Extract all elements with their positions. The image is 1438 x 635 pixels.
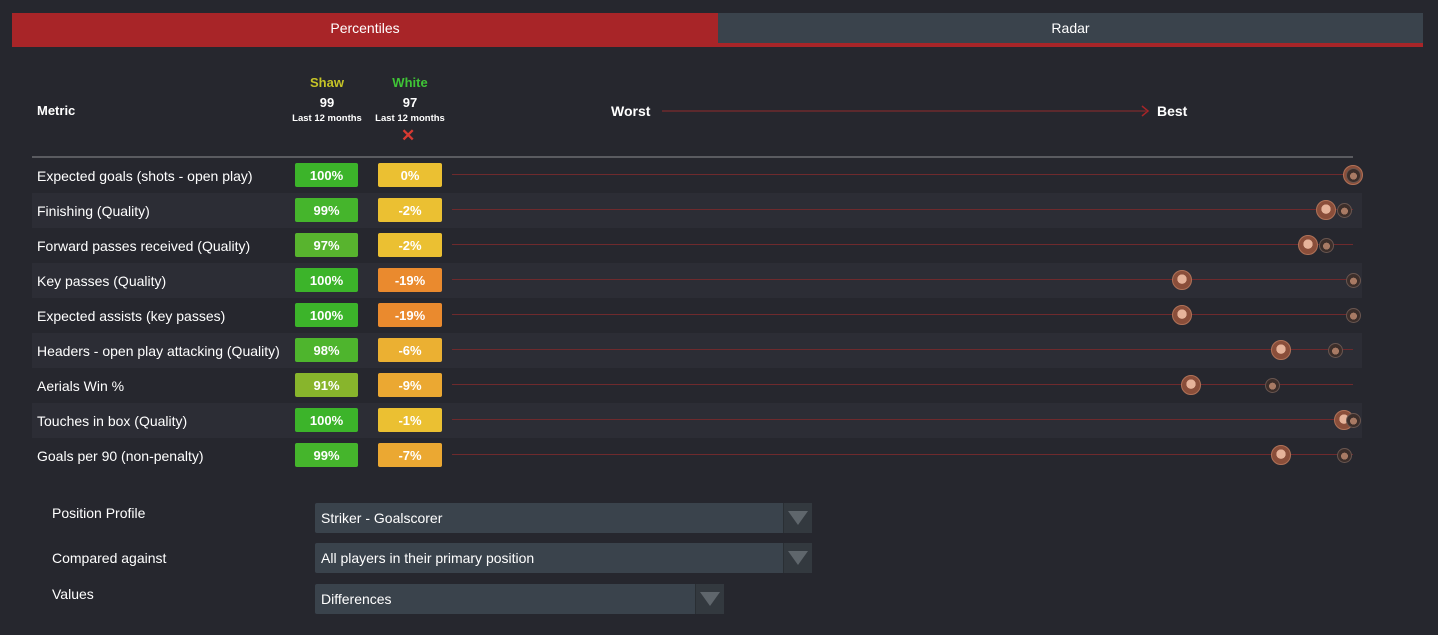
compared-against-dropdown[interactable]: All players in their primary position	[315, 543, 812, 573]
white-value-badge: -2%	[378, 233, 442, 257]
tab-radar[interactable]: Radar	[718, 13, 1423, 43]
white-avatar[interactable]	[1346, 413, 1361, 428]
shaw-avatar[interactable]	[1180, 375, 1201, 395]
percentile-track	[452, 244, 1353, 245]
shaw-value-badge: 99%	[295, 443, 358, 467]
white-value-badge: -9%	[378, 373, 442, 397]
chevron-down-icon	[788, 551, 808, 565]
metric-label: Headers - open play attacking (Quality)	[37, 343, 280, 359]
shaw-value-badge: 100%	[295, 303, 358, 327]
table-row: Finishing (Quality) 99% -2%	[32, 193, 1362, 228]
dropdown-toggle[interactable]	[695, 584, 724, 614]
player-column-white: White 97 Last 12 months	[365, 75, 455, 124]
position-profile-dropdown[interactable]: Striker - Goalscorer	[315, 503, 812, 533]
white-value-badge: -1%	[378, 408, 442, 432]
white-avatar[interactable]	[1264, 378, 1280, 393]
white-value-badge: -2%	[378, 198, 442, 222]
metric-label: Aerials Win %	[37, 378, 125, 394]
compared-against-value: All players in their primary position	[321, 550, 535, 566]
dropdown-toggle[interactable]	[783, 503, 812, 533]
table-row: Key passes (Quality) 100% -19%	[32, 263, 1362, 298]
white-avatar[interactable]	[1346, 168, 1361, 183]
player-period: Last 12 months	[375, 113, 445, 124]
white-value-badge: -7%	[378, 443, 442, 467]
white-avatar[interactable]	[1327, 343, 1343, 358]
table-row: Aerials Win % 91% -9%	[32, 368, 1362, 403]
white-value-badge: -19%	[378, 303, 442, 327]
white-value-badge: 0%	[378, 163, 442, 187]
metric-label: Key passes (Quality)	[37, 273, 167, 289]
shaw-value-badge: 100%	[295, 268, 358, 292]
percentile-track	[452, 174, 1353, 175]
values-dropdown[interactable]: Differences	[315, 584, 724, 614]
percentile-track	[452, 314, 1353, 315]
white-avatar[interactable]	[1336, 203, 1352, 218]
table-row: Touches in box (Quality) 100% -1%	[32, 403, 1362, 438]
shaw-value-badge: 91%	[295, 373, 358, 397]
percentile-track	[452, 419, 1353, 420]
metrics-table: Expected goals (shots - open play) 100% 0%…	[32, 158, 1363, 473]
values-label: Values	[52, 586, 94, 602]
scale-best-label: Best	[1157, 103, 1188, 119]
table-row: Expected goals (shots - open play) 100% 0%	[32, 158, 1363, 193]
white-avatar[interactable]	[1318, 238, 1334, 253]
compared-against-label: Compared against	[52, 550, 167, 566]
player-name: Shaw	[310, 75, 344, 90]
metric-label: Goals per 90 (non-penalty)	[37, 448, 204, 464]
table-row: Forward passes received (Quality) 97% -2%	[32, 228, 1362, 263]
player-score: 97	[402, 95, 418, 110]
shaw-value-badge: 99%	[295, 198, 358, 222]
dropdown-toggle[interactable]	[783, 543, 812, 573]
white-avatar[interactable]	[1336, 448, 1352, 463]
shaw-value-badge: 100%	[295, 408, 358, 432]
player-period: Last 12 months	[292, 113, 362, 124]
white-avatar[interactable]	[1346, 273, 1361, 288]
arrow-right-icon	[662, 105, 1150, 117]
player-name: White	[392, 75, 428, 90]
shaw-avatar[interactable]	[1270, 445, 1291, 465]
chevron-down-icon	[788, 511, 808, 525]
metric-label: Expected assists (key passes)	[37, 308, 226, 324]
shaw-value-badge: 97%	[295, 233, 358, 257]
metric-label: Expected goals (shots - open play)	[37, 168, 253, 184]
position-profile-label: Position Profile	[52, 505, 146, 521]
shaw-avatar[interactable]	[1171, 270, 1192, 290]
remove-player-close-icon[interactable]: ✕	[401, 127, 415, 144]
player-column-shaw: Shaw 99 Last 12 months	[282, 75, 372, 124]
metric-label: Forward passes received (Quality)	[37, 238, 251, 254]
tab-percentiles[interactable]: Percentiles	[12, 13, 718, 43]
shaw-value-badge: 98%	[295, 338, 358, 362]
percentile-track	[452, 209, 1353, 210]
shaw-avatar[interactable]	[1315, 200, 1336, 220]
table-row: Goals per 90 (non-penalty) 99% -7%	[32, 438, 1362, 473]
values-value: Differences	[321, 591, 392, 607]
percentile-track	[452, 279, 1353, 280]
player-score: 99	[319, 95, 335, 110]
shaw-avatar[interactable]	[1171, 305, 1192, 325]
percentile-track	[452, 349, 1353, 350]
white-value-badge: -6%	[378, 338, 442, 362]
percentile-track	[452, 384, 1353, 385]
table-row: Headers - open play attacking (Quality) 9…	[32, 333, 1362, 368]
metric-label: Finishing (Quality)	[37, 203, 150, 219]
position-profile-value: Striker - Goalscorer	[321, 510, 443, 526]
view-tabs: Percentiles Radar	[12, 13, 1423, 47]
white-avatar[interactable]	[1346, 308, 1361, 323]
shaw-avatar[interactable]	[1297, 235, 1318, 255]
metric-column-header: Metric	[37, 103, 76, 118]
shaw-avatar[interactable]	[1270, 340, 1291, 360]
scale-worst-label: Worst	[611, 103, 651, 119]
white-value-badge: -19%	[378, 268, 442, 292]
percentile-track	[452, 454, 1353, 455]
shaw-value-badge: 100%	[295, 163, 358, 187]
table-row: Expected assists (key passes) 100% -19%	[32, 298, 1362, 333]
chevron-down-icon	[700, 592, 720, 606]
metric-label: Touches in box (Quality)	[37, 413, 188, 429]
